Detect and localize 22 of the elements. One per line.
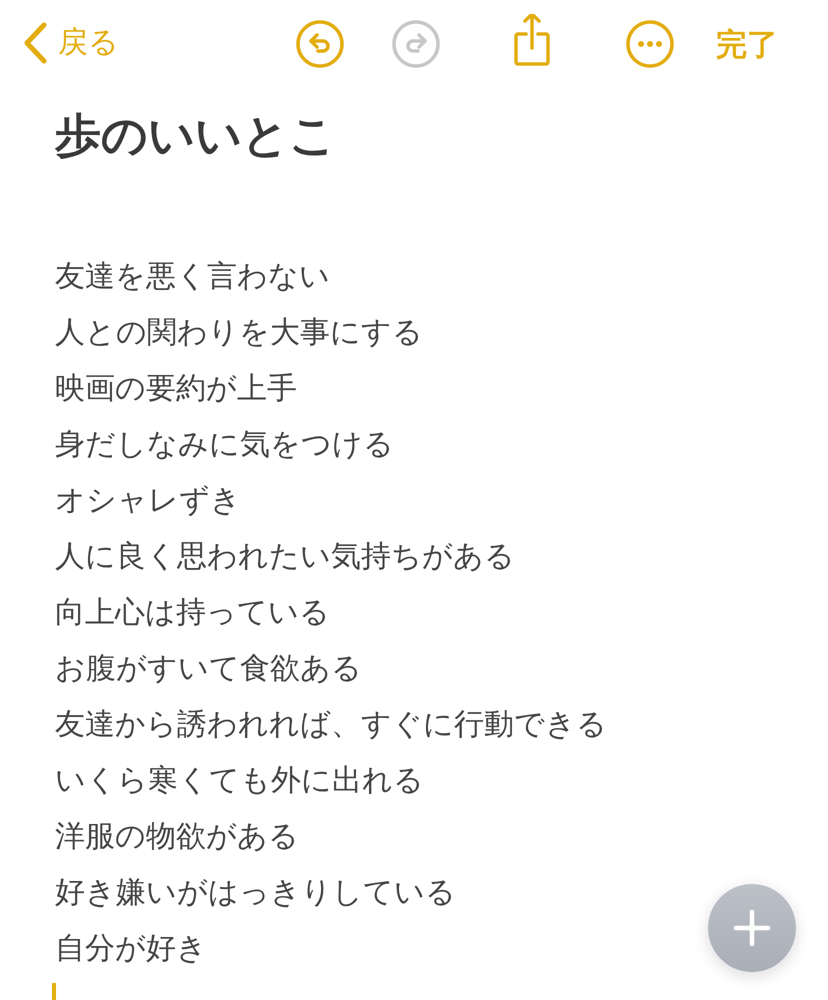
note-line: 人との関わりを大事にする [55, 314, 423, 352]
note-line: 洋服の物欲がある [55, 818, 299, 856]
note-line: 自分が好き [55, 930, 207, 968]
redo-icon [390, 18, 442, 70]
note-line: 人に良く思われたい気持ちがある [55, 538, 515, 576]
more-icon [624, 18, 676, 70]
note-line: 友達を悪く言わない [55, 258, 330, 296]
more-button[interactable] [624, 18, 676, 70]
note-line: オシャレずき [55, 482, 241, 520]
chevron-left-icon [22, 20, 48, 64]
note-line: 友達から誘われれば、すぐに行動できる [55, 706, 607, 744]
note-line: いくら寒くても外に出れる [55, 762, 424, 800]
undo-button[interactable] [294, 18, 346, 70]
note-line: 好き嫌いがはっきりしている [55, 874, 456, 912]
note-line: お腹がすいて食欲ある [55, 650, 362, 688]
note-line: 向上心は持っている [55, 594, 330, 632]
note-line: 身だしなみに気をつける [55, 426, 394, 464]
back-button[interactable]: 戻る [22, 20, 119, 65]
note-title: 歩のいいとこ [55, 108, 337, 164]
note-line: 映画の要約が上手 [55, 370, 297, 408]
done-button[interactable]: 完了 [716, 22, 778, 68]
undo-icon [294, 18, 346, 70]
